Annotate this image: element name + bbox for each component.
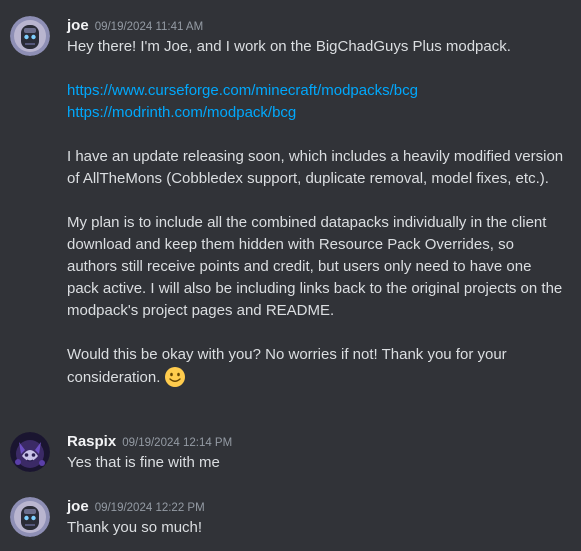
paragraph-3-text: Would this be okay with you? No worries … bbox=[67, 346, 507, 386]
message-content: Yes that is fine with me bbox=[67, 452, 567, 474]
message-header: joe 09/19/2024 11:41 AM bbox=[67, 16, 203, 37]
timestamp: 09/19/2024 12:14 PM bbox=[122, 437, 233, 449]
author-name[interactable]: Raspix bbox=[67, 433, 116, 450]
message-text: Yes that is fine with me bbox=[67, 454, 220, 471]
message-text-intro: Hey there! I'm Joe, and I work on the Bi… bbox=[67, 38, 511, 55]
timestamp: 09/19/2024 12:22 PM bbox=[94, 502, 205, 514]
message-text-paragraph-1: I have an update releasing soon, which i… bbox=[67, 148, 564, 187]
author-name[interactable]: joe bbox=[67, 17, 89, 34]
robot-avatar-icon[interactable] bbox=[10, 497, 50, 537]
message-text-paragraph-3: Would this be okay with you? No worries … bbox=[67, 344, 567, 389]
message-header: Raspix 09/19/2024 12:14 PM bbox=[67, 432, 232, 453]
slightly-smiling-face-emoji[interactable] bbox=[164, 366, 186, 388]
author-name[interactable]: joe bbox=[67, 498, 89, 515]
message-content: Hey there! I'm Joe, and I work on the Bi… bbox=[67, 36, 567, 389]
message-text: Thank you so much! bbox=[67, 519, 203, 536]
chat-log: joe 09/19/2024 11:41 AM Hey there! I'm Jo… bbox=[0, 0, 581, 551]
message-header: joe 09/19/2024 12:22 PM bbox=[67, 497, 205, 518]
link-curseforge[interactable]: https://www.curseforge.com/minecraft/mod… bbox=[67, 80, 567, 102]
message-content: Thank you so much! bbox=[67, 517, 567, 539]
message-text-paragraph-2: My plan is to include all the combined d… bbox=[67, 214, 563, 319]
link-modrinth[interactable]: https://modrinth.com/modpack/bcg bbox=[67, 102, 567, 124]
timestamp: 09/19/2024 11:41 AM bbox=[94, 21, 204, 33]
wolf-avatar-icon[interactable] bbox=[10, 432, 50, 472]
robot-avatar-icon[interactable] bbox=[10, 16, 50, 56]
